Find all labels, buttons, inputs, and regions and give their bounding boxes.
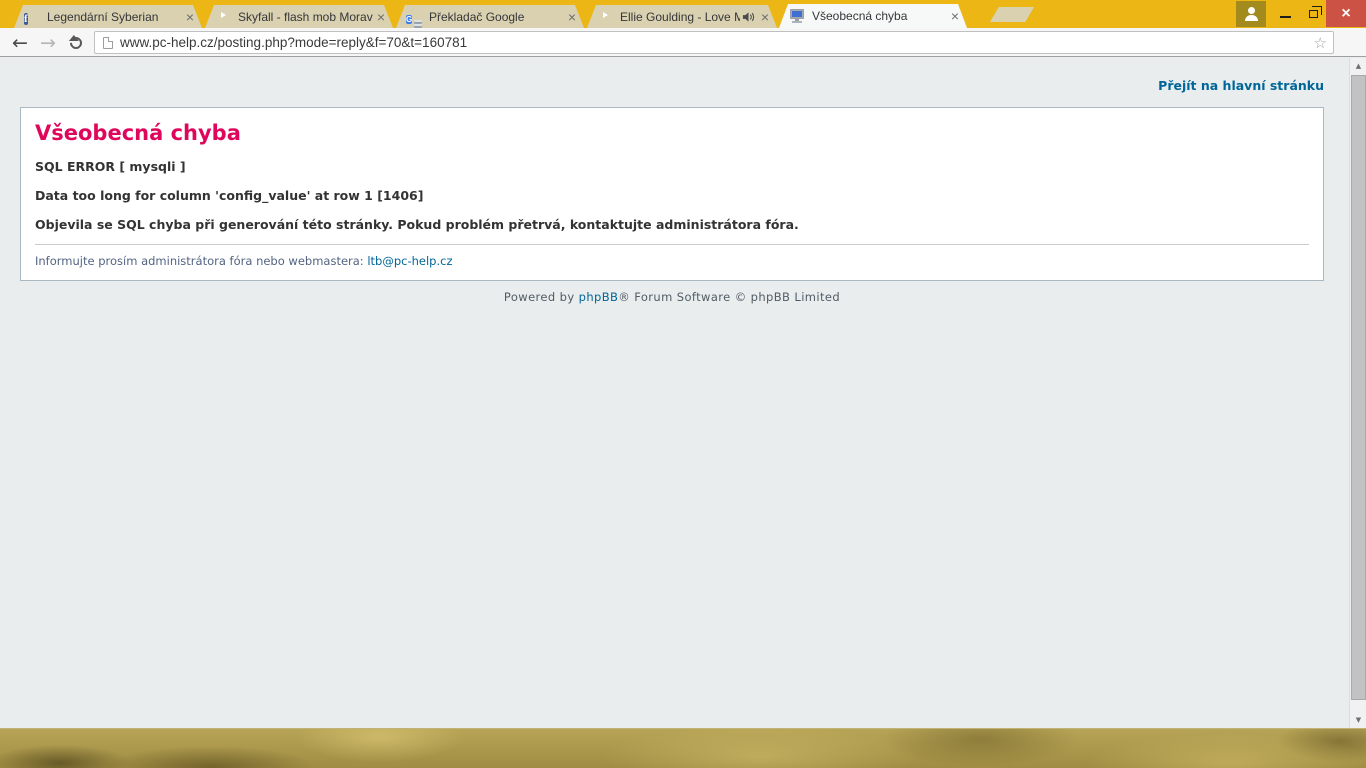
powered-by-footer: Powered by phpBB® Forum Software © phpBB… (20, 290, 1324, 304)
powered-suffix: ® Forum Software © phpBB Limited (618, 290, 841, 305)
close-button[interactable]: × (1326, 0, 1366, 27)
page-body: Přejít na hlavní stránku Všeobecná chyba… (0, 58, 1349, 728)
windows-taskbar: Ae Ps S ▲ ✓ (0, 728, 1366, 768)
tab-title: Skyfall - flash mob Morav (238, 9, 373, 24)
profile-button[interactable] (1236, 1, 1266, 27)
tab-close-icon[interactable]: × (761, 10, 769, 24)
forward-button[interactable]: → (34, 28, 62, 57)
contact-line: Informujte prosím administrátora fóra ne… (35, 254, 1309, 268)
tab-vseobecna-chyba-active[interactable]: Všeobecná chyba × (779, 4, 967, 28)
page-icon[interactable] (103, 36, 113, 49)
reload-icon (67, 34, 85, 51)
contact-prefix: Informujte prosím administrátora fóra ne… (35, 254, 368, 269)
browser-toolbar: ← → www.pc-help.cz/posting.php?mode=repl… (0, 28, 1366, 57)
restore-button[interactable] (1300, 1, 1326, 27)
tab-ellie-goulding[interactable]: Ellie Goulding - Love M × (587, 5, 777, 28)
scroll-down-arrow[interactable]: ▼ (1350, 712, 1366, 728)
vertical-scrollbar[interactable]: ▲ ▼ (1349, 58, 1366, 728)
tab-title: Překladač Google (429, 9, 525, 24)
restore-icon (1308, 6, 1322, 18)
minimize-icon (1279, 15, 1291, 19)
back-button[interactable]: ← (6, 28, 34, 57)
google-translate-icon: G (406, 15, 413, 24)
page-header: Přejít na hlavní stránku (20, 58, 1324, 94)
tab-close-icon[interactable]: × (186, 10, 194, 24)
facebook-icon: f (24, 13, 28, 25)
tab-skyfall-flashmob[interactable]: Skyfall - flash mob Morav × (205, 5, 393, 28)
home-page-link[interactable]: Přejít na hlavní stránku (1158, 78, 1324, 93)
error-message: Objevila se SQL chyba při generování tét… (35, 217, 1309, 246)
back-icon: ← (12, 31, 28, 54)
tab-title: Ellie Goulding - Love M (620, 9, 740, 24)
tab-close-icon[interactable]: × (568, 10, 576, 24)
url-text[interactable]: www.pc-help.cz/posting.php?mode=reply&f=… (120, 35, 1314, 50)
address-bar[interactable]: www.pc-help.cz/posting.php?mode=reply&f=… (94, 31, 1334, 54)
wallpaper-texture (0, 729, 1366, 768)
forward-icon: → (40, 31, 56, 54)
powered-prefix: Powered by (503, 290, 579, 305)
scrollbar-thumb[interactable] (1351, 75, 1366, 700)
bookmark-star-icon[interactable]: ☆ (1314, 34, 1327, 52)
error-title: Všeobecná chyba (35, 121, 241, 145)
tab-title: Legendární Syberian (47, 9, 159, 24)
webmaster-email-link[interactable]: ltb@pc-help.cz (367, 254, 452, 268)
tab-title: Všeobecná chyba (812, 9, 908, 23)
tab-close-icon[interactable]: × (377, 10, 385, 24)
close-icon: × (1341, 4, 1351, 22)
tab-google-translate[interactable]: G Překladač Google × (396, 5, 584, 28)
tab-legendarni-syberian[interactable]: f Legendární Syberian × (14, 5, 202, 28)
minimize-button[interactable] (1272, 1, 1298, 27)
sql-error-detail: Data too long for column 'config_value' … (35, 188, 424, 204)
person-icon (1244, 7, 1258, 21)
phpbb-link[interactable]: phpBB (579, 290, 619, 304)
scroll-up-arrow[interactable]: ▲ (1350, 58, 1366, 74)
browser-titlebar: f Legendární Syberian × Skyfall - flash … (0, 0, 1366, 28)
reload-button[interactable] (62, 28, 90, 57)
tab-audio-speaker-icon[interactable] (742, 11, 755, 23)
sql-error-line: SQL ERROR [ mysqli ] (35, 159, 186, 175)
tab-close-icon[interactable]: × (951, 9, 959, 23)
error-panel: Všeobecná chyba SQL ERROR [ mysqli ] Dat… (20, 107, 1324, 282)
new-tab-button[interactable] (990, 7, 1034, 22)
